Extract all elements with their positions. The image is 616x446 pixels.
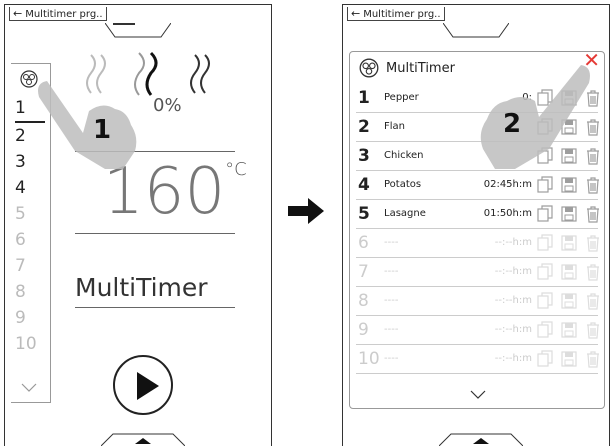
back-button[interactable]: ← Multitimer prg..	[9, 7, 107, 21]
row-name: ----	[384, 324, 399, 335]
save-icon[interactable]	[560, 176, 578, 194]
level-6[interactable]: 6	[15, 227, 45, 253]
save-icon[interactable]	[560, 263, 578, 281]
row-time: --:--h:m	[494, 237, 532, 248]
program-name[interactable]: MultiTimer	[75, 273, 208, 302]
save-icon[interactable]	[560, 292, 578, 310]
callout-number: 1	[93, 115, 112, 145]
back-arrow-icon: ←	[13, 7, 23, 20]
drag-handle[interactable]	[113, 23, 135, 25]
row-name: Potatos	[384, 179, 422, 190]
row-actions	[536, 176, 602, 194]
level-7[interactable]: 7	[15, 253, 45, 279]
row-actions	[536, 350, 602, 368]
row-number: 7	[358, 262, 369, 282]
row-number: 5	[358, 204, 370, 224]
trash-icon[interactable]	[584, 321, 602, 339]
row-actions	[536, 263, 602, 281]
top-bar: ← Multitimer prg..	[343, 5, 609, 23]
row-time: --:--h:m	[494, 324, 532, 335]
row-number: 2	[358, 117, 370, 137]
row-number: 9	[358, 320, 369, 340]
trash-icon[interactable]	[584, 263, 602, 281]
row-name: Flan	[384, 121, 405, 132]
save-icon[interactable]	[560, 350, 578, 368]
humidity-value: 0%	[153, 95, 182, 116]
top-bar: ← Multitimer prg..	[5, 5, 271, 23]
bottom-tab-notch[interactable]	[101, 432, 185, 446]
row-number: 4	[358, 175, 370, 195]
row-name: Chicken	[384, 150, 424, 161]
row-name: ----	[384, 237, 399, 248]
row-time: --:--h:m	[494, 353, 532, 364]
panel-title: MultiTimer	[386, 61, 455, 76]
play-button[interactable]	[113, 355, 173, 415]
copy-icon[interactable]	[536, 292, 554, 310]
row-number: 8	[358, 291, 369, 311]
bottom-tab-notch[interactable]	[439, 432, 523, 446]
row-name: ----	[384, 295, 399, 306]
trash-icon[interactable]	[584, 350, 602, 368]
timer-row[interactable]: 6 ---- --:--h:m	[356, 229, 599, 258]
row-time: 02:45h:m	[483, 179, 532, 190]
right-screen: ← Multitimer prg.. MultiTimer ✕ 1 Pepper 0:…	[342, 4, 610, 446]
level-9[interactable]: 9	[15, 305, 45, 331]
row-actions	[536, 205, 602, 223]
copy-icon[interactable]	[536, 205, 554, 223]
chevron-down-icon[interactable]	[21, 383, 37, 393]
row-time: 01:50h:m	[483, 208, 532, 219]
timer-row[interactable]: 7 ---- --:--h:m	[356, 258, 599, 287]
timer-row[interactable]: 8 ---- --:--h:m	[356, 287, 599, 316]
timer-row[interactable]: 9 ---- --:--h:m	[356, 316, 599, 345]
trash-icon[interactable]	[584, 205, 602, 223]
back-label: Multitimer prg..	[363, 9, 441, 20]
row-number: 6	[358, 233, 369, 253]
copy-icon[interactable]	[536, 263, 554, 281]
row-actions	[536, 234, 602, 252]
row-time: --:--h:m	[494, 295, 532, 306]
timer-row[interactable]: 5 Lasagne 01:50h:m	[356, 200, 599, 229]
divider	[75, 307, 235, 308]
copy-icon[interactable]	[536, 176, 554, 194]
row-number: 10	[358, 349, 380, 369]
back-label: Multitimer prg..	[25, 9, 103, 20]
row-name: ----	[384, 353, 399, 364]
level-5[interactable]: 5	[15, 201, 45, 227]
callout-number: 2	[503, 109, 522, 139]
row-actions	[536, 321, 602, 339]
save-icon[interactable]	[560, 321, 578, 339]
pointing-hand-icon	[38, 81, 137, 169]
back-arrow-icon: ←	[351, 7, 361, 20]
trash-icon[interactable]	[584, 234, 602, 252]
level-8[interactable]: 8	[15, 279, 45, 305]
copy-icon[interactable]	[536, 234, 554, 252]
row-number: 3	[358, 146, 370, 166]
level-4[interactable]: 4	[15, 175, 45, 201]
row-actions	[536, 292, 602, 310]
row-name: Lasagne	[384, 208, 426, 219]
level-10[interactable]: 10	[15, 331, 45, 357]
save-icon[interactable]	[560, 234, 578, 252]
temperature-unit: °C	[225, 159, 247, 180]
left-screen: ← Multitimer prg.. 1 2 3 4 5 6 7 8 9 10 0% 160°C M…	[4, 4, 272, 446]
timer-row[interactable]: 10 ---- --:--h:m	[356, 345, 599, 374]
pointing-hand-icon	[480, 65, 590, 169]
row-number: 1	[358, 88, 370, 108]
save-icon[interactable]	[560, 205, 578, 223]
top-tab-notch	[443, 23, 509, 38]
divider	[75, 233, 235, 234]
arrow-right-icon	[288, 198, 324, 224]
copy-icon[interactable]	[536, 350, 554, 368]
trash-icon[interactable]	[584, 176, 602, 194]
steam-high-icon[interactable]	[189, 53, 217, 95]
copy-icon[interactable]	[536, 321, 554, 339]
multitimer-icon	[359, 58, 379, 78]
row-name: ----	[384, 266, 399, 277]
row-time: --:--h:m	[494, 266, 532, 277]
top-tab-notch	[105, 23, 171, 38]
trash-icon[interactable]	[584, 292, 602, 310]
chevron-down-icon[interactable]	[470, 390, 486, 400]
back-button[interactable]: ← Multitimer prg..	[347, 7, 445, 21]
row-name: Pepper	[384, 92, 419, 103]
